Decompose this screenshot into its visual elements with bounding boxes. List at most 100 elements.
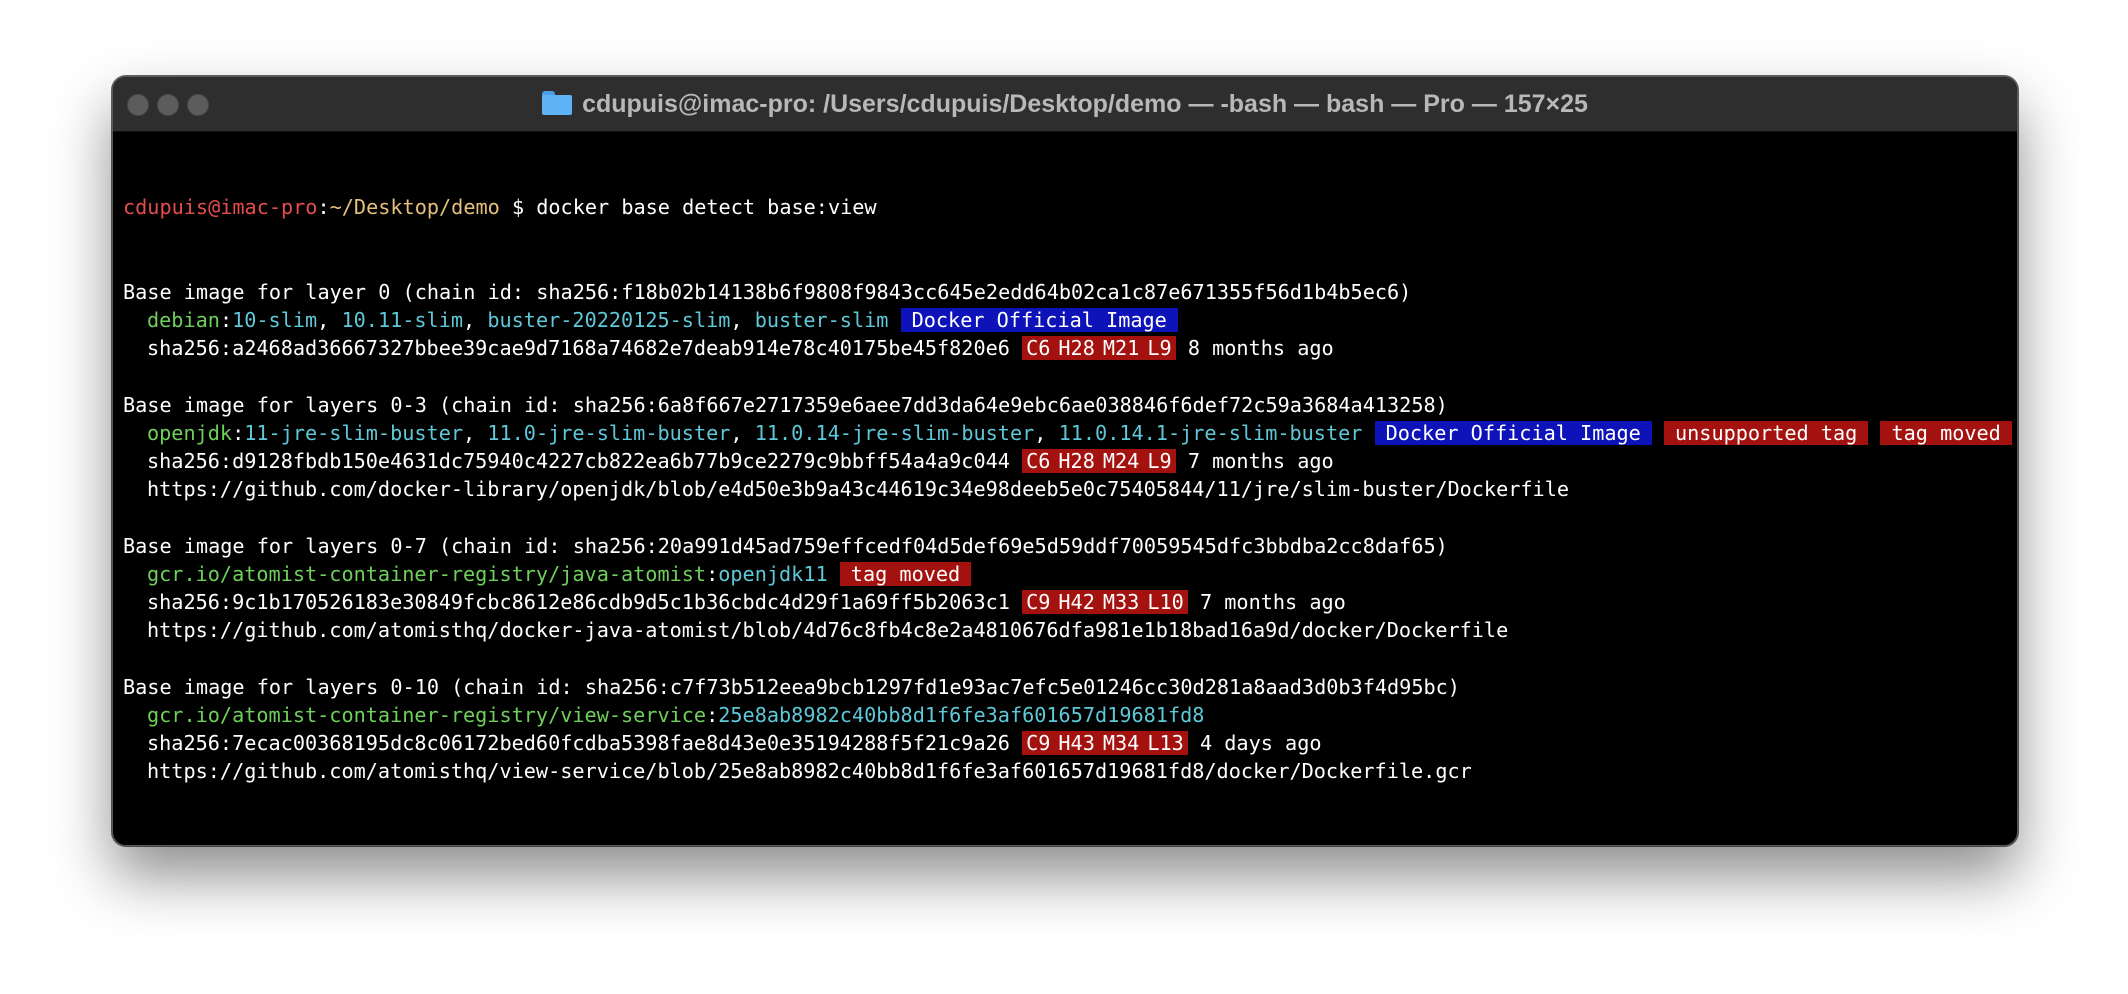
empty-line — [123, 842, 2007, 845]
folder-icon — [542, 91, 573, 115]
image-repo[interactable]: gcr.io/atomist-container-registry/java-a… — [147, 562, 706, 586]
tag-separator: , — [1034, 420, 1059, 445]
prompt-path: ~/Desktop/demo — [329, 195, 500, 220]
image-tag[interactable]: openjdk11 — [718, 562, 827, 586]
vulnerability-score: C6 — [1022, 449, 1055, 474]
image-digest[interactable]: sha256:9c1b170526183e30849fcbc8612e86cdb… — [147, 590, 1010, 614]
badge-spacer — [1652, 421, 1664, 445]
tag-separator: , — [730, 308, 755, 333]
image-tag[interactable]: buster-20220125-slim — [487, 308, 730, 332]
vulnerability-score: H43 — [1054, 731, 1099, 755]
prompt-user: cdupuis@imac-pro — [123, 195, 318, 220]
image-tag[interactable]: 11.0.14-jre-slim-buster — [755, 421, 1035, 445]
vulnerability-score: M21 — [1098, 336, 1144, 361]
digest-line: sha256:a2468ad36667327bbee39cae9d7168a74… — [123, 334, 2007, 362]
image-age: 8 months ago — [1187, 336, 1334, 361]
empty-line — [123, 644, 2007, 672]
title-bar[interactable]: cdupuis@imac-pro: /Users/cdupuis/Desktop… — [113, 77, 2017, 132]
base-image-header: Base image for layers 0-7 (chain id: sha… — [123, 533, 1448, 558]
image-age: 7 months ago — [1187, 449, 1334, 474]
vulnerability-score: C9 — [1022, 590, 1055, 615]
vulnerability-score: C6 — [1022, 336, 1055, 361]
tag-separator: : — [706, 561, 719, 586]
command-line: cdupuis@imac-pro:~/Desktop/demo $ docker… — [123, 195, 877, 220]
digest-line: sha256:d9128fbdb150e4631dc75940c4227cb82… — [123, 447, 2007, 475]
status-badge: unsupported tag — [1663, 420, 1869, 445]
badge-spacer — [888, 308, 900, 332]
image-digest[interactable]: sha256:a2468ad36667327bbee39cae9d7168a74… — [147, 336, 1010, 360]
prompt-symbol: $ — [511, 195, 525, 220]
image-tag[interactable]: buster-slim — [755, 308, 889, 332]
command-output: Base image for layer 0 (chain id: sha256… — [123, 278, 2012, 785]
command-text: docker base detect base:view — [536, 195, 877, 220]
dockerfile-url[interactable]: https://github.com/atomisthq/view-servic… — [147, 759, 1472, 783]
image-tag[interactable]: 10.11-slim — [341, 308, 463, 332]
image-digest[interactable]: sha256:d9128fbdb150e4631dc75940c4227cb82… — [147, 449, 1010, 473]
status-badge: tag moved — [839, 561, 972, 586]
vulnerability-score: M34 — [1098, 731, 1144, 755]
image-repo[interactable]: openjdk — [147, 421, 232, 445]
vulnerability-score: L10 — [1143, 590, 1188, 615]
terminal-output[interactable]: cdupuis@imac-pro: ~/Desktop/demo $ docker… — [123, 137, 2012, 845]
vulnerability-score: L13 — [1143, 731, 1188, 755]
tag-separator: : — [706, 702, 719, 727]
vulnerability-score: M24 — [1098, 449, 1144, 474]
vulnerability-score: H42 — [1054, 590, 1099, 615]
status-badge: Docker Official Image — [900, 308, 1178, 333]
vulnerability-score: C9 — [1022, 731, 1055, 755]
status-badge: Docker Official Image — [1374, 420, 1652, 445]
dockerfile-url-line: https://github.com/atomisthq/docker-java… — [123, 616, 2007, 644]
base-image-header: Base image for layers 0-10 (chain id: sh… — [123, 674, 1460, 699]
image-digest[interactable]: sha256:7ecac00368195dc8c06172bed60fcdba5… — [147, 731, 1010, 755]
base-image-header: Base image for layer 0 (chain id: sha256… — [123, 280, 1412, 304]
image-tag[interactable]: 11-jre-slim-buster — [244, 421, 463, 445]
image-repo-line: gcr.io/atomist-container-registry/view-s… — [123, 701, 2007, 729]
vulnerability-score: H28 — [1054, 336, 1099, 361]
base-image-header: Base image for layers 0-3 (chain id: sha… — [123, 392, 1448, 417]
status-badge: tag moved — [1880, 420, 2012, 445]
image-repo[interactable]: gcr.io/atomist-container-registry/view-s… — [147, 703, 706, 727]
dockerfile-url[interactable]: https://github.com/docker-library/openjd… — [147, 477, 1569, 501]
image-repo-line: gcr.io/atomist-container-registry/java-a… — [123, 560, 2007, 588]
window-title: cdupuis@imac-pro: /Users/cdupuis/Desktop… — [113, 77, 2017, 131]
image-tag[interactable]: 11.0.14.1-jre-slim-buster — [1059, 421, 1363, 445]
tag-separator: : — [232, 420, 245, 445]
image-tag[interactable]: 25e8ab8982c40bb8d1f6fe3af601657d19681fd8 — [718, 703, 1204, 727]
vulnerability-score: L9 — [1143, 449, 1176, 474]
tag-separator: , — [317, 308, 342, 333]
terminal-window: cdupuis@imac-pro: /Users/cdupuis/Desktop… — [112, 76, 2018, 846]
tag-separator: , — [730, 420, 755, 445]
tag-separator: : — [219, 308, 233, 333]
empty-line — [123, 363, 2007, 391]
dockerfile-url[interactable]: https://github.com/atomisthq/docker-java… — [147, 618, 1508, 642]
image-repo[interactable]: debian — [147, 308, 220, 332]
empty-line — [123, 504, 2007, 532]
badge-spacer — [828, 562, 840, 586]
badge-spacer — [1362, 421, 1374, 445]
tag-separator: , — [463, 420, 488, 445]
image-repo-line: openjdk:11-jre-slim-buster, 11.0-jre-sli… — [123, 419, 2012, 447]
image-tag[interactable]: 11.0-jre-slim-buster — [487, 421, 730, 445]
image-age: 7 months ago — [1199, 590, 1346, 615]
digest-line: sha256:9c1b170526183e30849fcbc8612e86cdb… — [123, 588, 2007, 616]
image-age: 4 days ago — [1199, 731, 1322, 755]
image-tag[interactable]: 10-slim — [232, 308, 317, 332]
vulnerability-score: H28 — [1054, 449, 1099, 474]
tag-separator: , — [463, 308, 488, 333]
image-repo-line: debian:10-slim, 10.11-slim, buster-20220… — [123, 306, 2007, 334]
badge-spacer — [1868, 421, 1880, 445]
dockerfile-url-line: https://github.com/docker-library/openjd… — [123, 475, 2007, 503]
vulnerability-score: M33 — [1098, 590, 1144, 615]
dockerfile-url-line: https://github.com/atomisthq/view-servic… — [123, 757, 2007, 785]
digest-line: sha256:7ecac00368195dc8c06172bed60fcdba5… — [123, 729, 2007, 757]
window-title-text: cdupuis@imac-pro: /Users/cdupuis/Desktop… — [582, 90, 1588, 118]
vulnerability-score: L9 — [1143, 336, 1176, 361]
